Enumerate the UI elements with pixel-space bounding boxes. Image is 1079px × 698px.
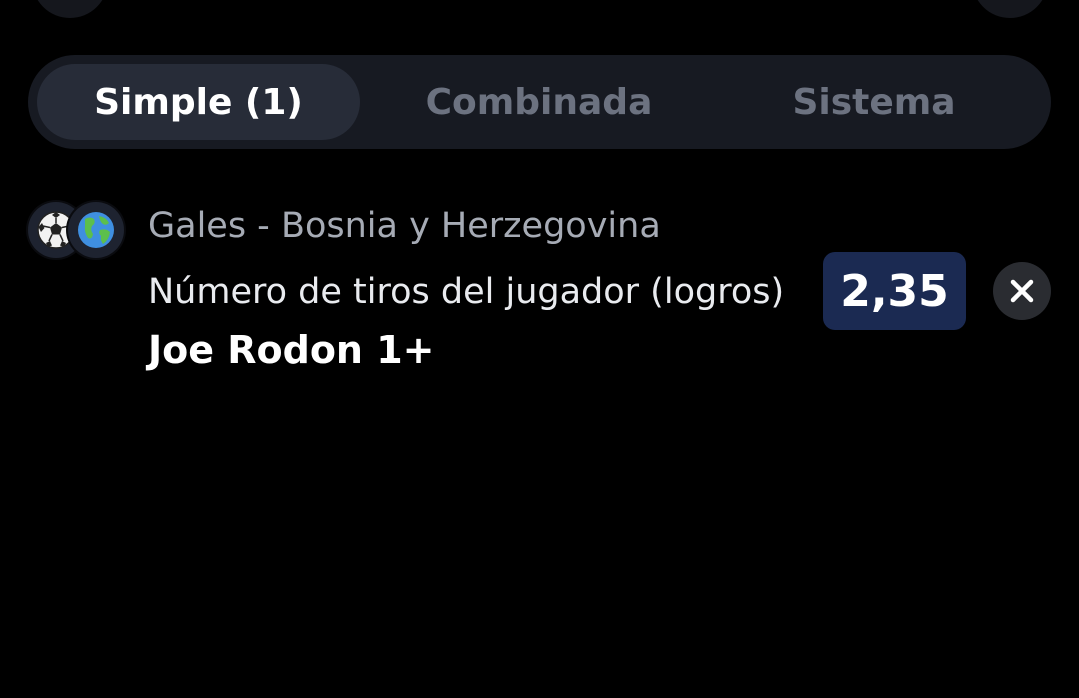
tab-sistema[interactable]: Sistema xyxy=(718,64,1030,140)
close-icon xyxy=(1010,279,1034,303)
market-name: Número de tiros del jugador (logros) xyxy=(148,272,785,312)
bet-type-tabs: Simple (1) Combinada Sistema xyxy=(28,55,1051,149)
selection-name: Joe Rodon 1+ xyxy=(148,328,435,372)
bet-item: Gales - Bosnia y Herzegovina Número de t… xyxy=(28,200,1051,390)
event-name: Gales - Bosnia y Herzegovina xyxy=(148,206,661,246)
globe-icon xyxy=(68,202,124,258)
tab-simple[interactable]: Simple (1) xyxy=(37,64,360,140)
tab-combinada[interactable]: Combinada xyxy=(360,64,718,140)
top-left-button[interactable] xyxy=(32,0,108,18)
odds-badge[interactable]: 2,35 xyxy=(823,252,966,330)
remove-bet-button[interactable] xyxy=(993,262,1051,320)
event-icons xyxy=(28,202,128,260)
top-right-button[interactable] xyxy=(972,0,1048,18)
